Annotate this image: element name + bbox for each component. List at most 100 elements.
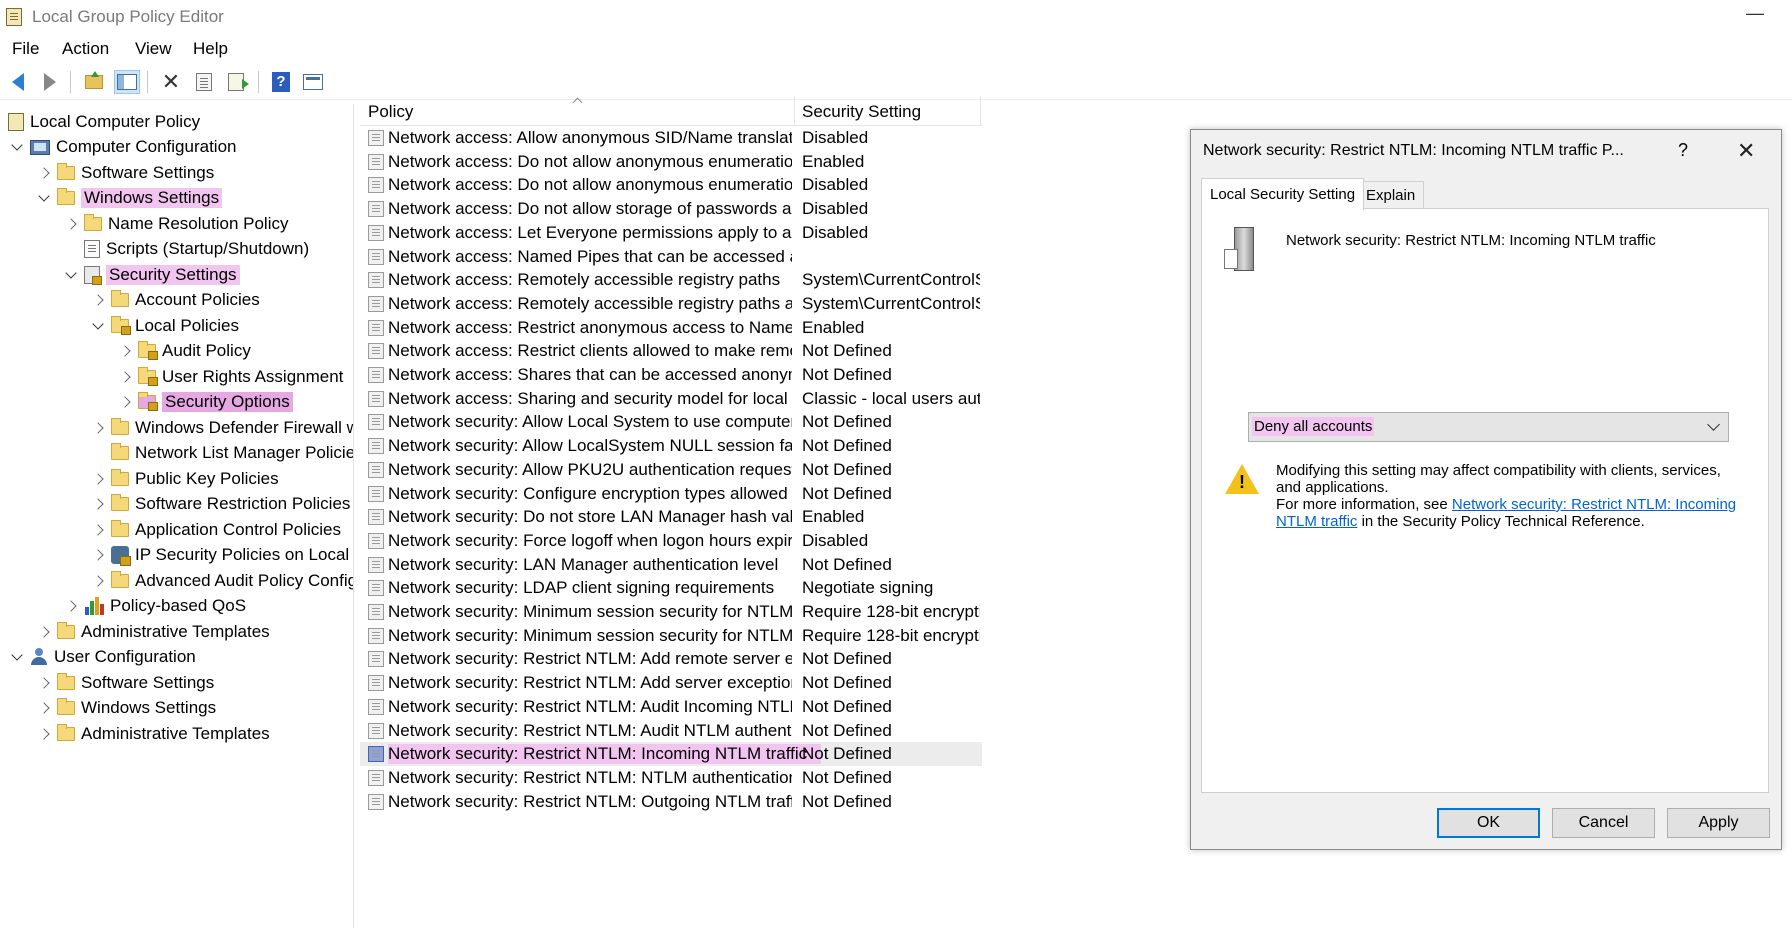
- expand-chevron-icon[interactable]: [91, 421, 105, 435]
- expand-chevron-icon[interactable]: [118, 395, 132, 409]
- forward-button[interactable]: [37, 70, 63, 94]
- tree-item-account-policies[interactable]: Account Policies: [91, 288, 260, 312]
- expand-chevron-icon[interactable]: [118, 344, 132, 358]
- table-row[interactable]: Network access: Let Everyone permissions…: [360, 221, 982, 245]
- table-row[interactable]: Network security: Force logoff when logo…: [360, 529, 982, 553]
- table-row[interactable]: Network access: Do not allow storage of …: [360, 197, 982, 221]
- table-row[interactable]: Network security: Restrict NTLM: Audit N…: [360, 719, 982, 743]
- menu-view[interactable]: View: [135, 39, 172, 59]
- table-row[interactable]: Network access: Do not allow anonymous e…: [360, 173, 982, 197]
- table-row[interactable]: Network security: Restrict NTLM: Add ser…: [360, 671, 982, 695]
- tree-item-advanced-audit[interactable]: Advanced Audit Policy Configurat: [91, 569, 353, 593]
- table-row[interactable]: Network security: Restrict NTLM: Add rem…: [360, 647, 982, 671]
- up-one-level-button[interactable]: [81, 70, 107, 94]
- expand-chevron-icon[interactable]: [91, 523, 105, 537]
- close-icon[interactable]: ✕: [1737, 138, 1755, 164]
- tree-item-software-settings[interactable]: Software Settings: [37, 161, 214, 185]
- table-row[interactable]: Network security: LDAP client signing re…: [360, 576, 982, 600]
- show-hide-tree-button[interactable]: [114, 70, 140, 94]
- tree-item-name-resolution-policy[interactable]: Name Resolution Policy: [64, 212, 288, 236]
- table-row[interactable]: Network security: Allow LocalSystem NULL…: [360, 434, 982, 458]
- column-header-security-setting[interactable]: Security Setting: [802, 102, 921, 122]
- tree-item-audit-policy[interactable]: Audit Policy: [118, 339, 251, 363]
- expand-chevron-icon[interactable]: [37, 676, 51, 690]
- column-divider[interactable]: [980, 96, 981, 126]
- help-icon[interactable]: ?: [1678, 140, 1688, 161]
- properties-button[interactable]: [191, 70, 217, 94]
- tree-item-network-list-manager[interactable]: Network List Manager Policies: [105, 441, 353, 465]
- expand-chevron-icon[interactable]: [91, 293, 105, 307]
- expand-chevron-icon[interactable]: [118, 370, 132, 384]
- apply-button[interactable]: Apply: [1667, 808, 1770, 838]
- collapse-chevron-icon[interactable]: [10, 650, 24, 664]
- menu-file[interactable]: File: [12, 39, 39, 59]
- table-row[interactable]: Network access: Restrict anonymous acces…: [360, 316, 982, 340]
- back-button[interactable]: [5, 70, 31, 94]
- expand-chevron-icon[interactable]: [91, 574, 105, 588]
- table-row[interactable]: Network access: Remotely accessible regi…: [360, 268, 982, 292]
- table-row[interactable]: Network access: Sharing and security mod…: [360, 387, 982, 411]
- cancel-button[interactable]: Cancel: [1552, 808, 1655, 838]
- expand-chevron-icon[interactable]: [37, 625, 51, 639]
- table-row[interactable]: Network access: Allow anonymous SID/Name…: [360, 126, 982, 150]
- tree-item-security-options[interactable]: Security Options: [118, 390, 293, 414]
- ok-button[interactable]: OK: [1437, 808, 1540, 838]
- table-row[interactable]: Network security: Allow Local System to …: [360, 410, 982, 434]
- table-row[interactable]: Network access: Named Pipes that can be …: [360, 245, 982, 269]
- tree-item-application-control[interactable]: Application Control Policies: [91, 518, 341, 542]
- table-row[interactable]: Network security: Configure encryption t…: [360, 482, 982, 506]
- table-row[interactable]: Network access: Remotely accessible regi…: [360, 292, 982, 316]
- collapse-chevron-icon[interactable]: [37, 191, 51, 205]
- table-row[interactable]: Network security: Restrict NTLM: Audit I…: [360, 695, 982, 719]
- tab-local-security-setting[interactable]: Local Security Setting: [1201, 178, 1365, 210]
- table-row[interactable]: Network security: Restrict NTLM: NTLM au…: [360, 766, 982, 790]
- tree-item-security-settings[interactable]: Security Settings: [64, 263, 240, 287]
- tree-item-computer-configuration[interactable]: Computer Configuration: [10, 135, 236, 159]
- table-row[interactable]: Network security: Allow PKU2U authentica…: [360, 458, 982, 482]
- tree-item-windows-defender-firewall[interactable]: Windows Defender Firewall with A: [91, 416, 353, 440]
- tree-item-software-restriction[interactable]: Software Restriction Policies: [91, 492, 350, 516]
- delete-button[interactable]: ✕: [158, 70, 184, 94]
- tree-item-scripts[interactable]: Scripts (Startup/Shutdown): [78, 237, 309, 261]
- expand-chevron-icon[interactable]: [91, 497, 105, 511]
- table-row[interactable]: Network access: Do not allow anonymous e…: [360, 150, 982, 174]
- table-row[interactable]: Network security: Restrict NTLM: Incomin…: [360, 742, 982, 766]
- table-row[interactable]: Network access: Restrict clients allowed…: [360, 339, 982, 363]
- minimize-button[interactable]: —: [1746, 4, 1764, 24]
- expand-chevron-icon[interactable]: [64, 599, 78, 613]
- tree-item-user-rights-assignment[interactable]: User Rights Assignment: [118, 365, 343, 389]
- setting-dropdown[interactable]: Deny all accounts: [1248, 412, 1729, 442]
- tree-item-windows-settings[interactable]: Windows Settings: [37, 186, 223, 210]
- export-list-button[interactable]: [223, 70, 249, 94]
- tree-item-user-software-settings[interactable]: Software Settings: [37, 671, 214, 695]
- menu-help[interactable]: Help: [193, 39, 228, 59]
- expand-chevron-icon[interactable]: [37, 727, 51, 741]
- table-row[interactable]: Network security: Minimum session securi…: [360, 624, 982, 648]
- collapse-chevron-icon[interactable]: [10, 140, 24, 154]
- expand-chevron-icon[interactable]: [64, 217, 78, 231]
- column-divider[interactable]: [794, 96, 795, 126]
- table-row[interactable]: Network security: Minimum session securi…: [360, 600, 982, 624]
- tab-explain[interactable]: Explain: [1357, 181, 1425, 209]
- tree-item-public-key-policies[interactable]: Public Key Policies: [91, 467, 279, 491]
- view-button[interactable]: [300, 70, 326, 94]
- tree-item-administrative-templates[interactable]: Administrative Templates: [37, 620, 270, 644]
- expand-chevron-icon[interactable]: [91, 548, 105, 562]
- collapse-chevron-icon[interactable]: [64, 268, 78, 282]
- expand-chevron-icon[interactable]: [91, 472, 105, 486]
- help-button[interactable]: ?: [268, 70, 294, 94]
- menu-action[interactable]: Action: [62, 39, 109, 59]
- expand-chevron-icon[interactable]: [37, 701, 51, 715]
- expand-chevron-icon[interactable]: [37, 166, 51, 180]
- table-row[interactable]: Network security: LAN Manager authentica…: [360, 553, 982, 577]
- table-row[interactable]: Network access: Shares that can be acces…: [360, 363, 982, 387]
- column-header-policy[interactable]: Policy: [368, 102, 413, 122]
- table-row[interactable]: Network security: Do not store LAN Manag…: [360, 505, 982, 529]
- tree-item-local-computer-policy[interactable]: Local Computer Policy: [2, 110, 200, 134]
- tree-item-user-configuration[interactable]: User Configuration: [10, 645, 196, 669]
- tree-item-local-policies[interactable]: Local Policies: [91, 314, 239, 338]
- tree-item-policy-qos[interactable]: Policy-based QoS: [64, 594, 246, 618]
- table-row[interactable]: Network security: Restrict NTLM: Outgoin…: [360, 790, 982, 814]
- tree-item-user-windows-settings[interactable]: Windows Settings: [37, 696, 216, 720]
- tree-item-ip-security[interactable]: IP Security Policies on Local Comp: [91, 543, 353, 567]
